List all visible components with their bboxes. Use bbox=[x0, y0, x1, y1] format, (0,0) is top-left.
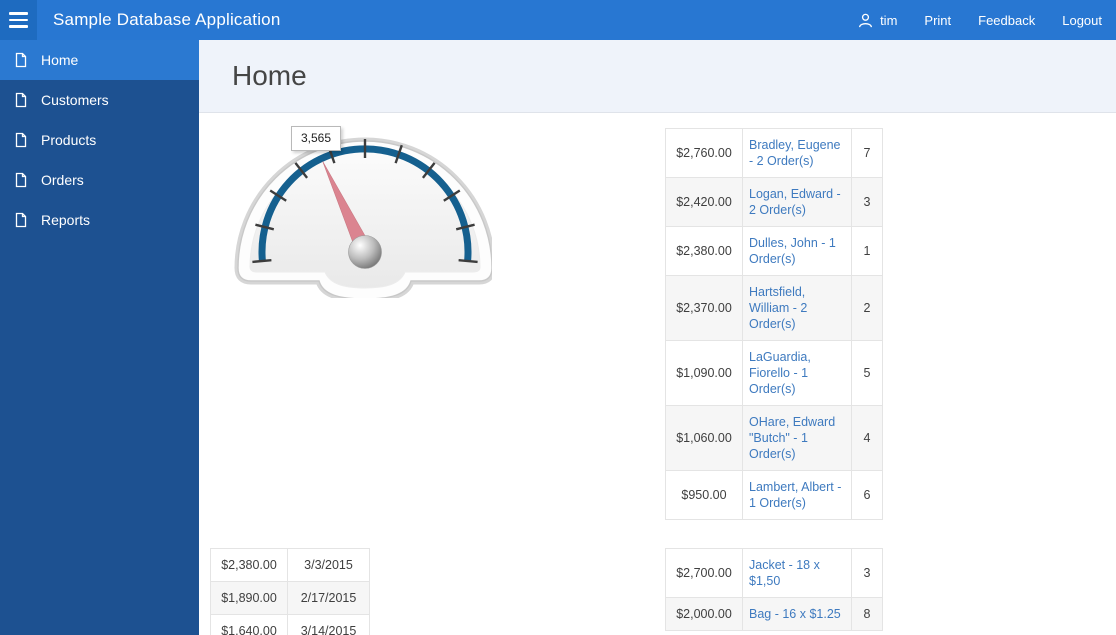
order-amount: $950.00 bbox=[665, 470, 743, 520]
sidebar-item-orders[interactable]: Orders bbox=[0, 160, 199, 200]
hamburger-bar bbox=[9, 18, 28, 22]
app-title: Sample Database Application bbox=[53, 10, 281, 29]
table-row: $2,380.00 Dulles, John - 1 Order(s) 1 bbox=[665, 226, 883, 276]
customer-id: 3 bbox=[851, 177, 883, 227]
top-customers-table: $2,760.00 Bradley, Eugene - 2 Order(s) 7… bbox=[665, 128, 883, 520]
product-id: 3 bbox=[851, 548, 883, 598]
table-row: $2,760.00 Bradley, Eugene - 2 Order(s) 7 bbox=[665, 128, 883, 178]
sidebar: Home Customers Products Orders Reports bbox=[0, 40, 199, 635]
customer-id: 7 bbox=[851, 128, 883, 178]
app-header: Sample Database Application tim Print Fe… bbox=[0, 0, 1116, 40]
gauge-center-knob bbox=[348, 235, 382, 269]
customer-link[interactable]: LaGuardia, Fiorello - 1 Order(s) bbox=[749, 350, 811, 396]
table-row: $950.00 Lambert, Albert - 1 Order(s) 6 bbox=[665, 470, 883, 520]
document-icon bbox=[15, 132, 27, 148]
sidebar-item-label: Reports bbox=[41, 212, 91, 228]
customer-link[interactable]: Dulles, John - 1 Order(s) bbox=[749, 236, 836, 266]
customer-link[interactable]: Logan, Edward - 2 Order(s) bbox=[749, 187, 841, 217]
order-amount: $1,090.00 bbox=[665, 340, 743, 406]
document-icon bbox=[15, 92, 27, 108]
table-row: $1,640.00 3/14/2015 bbox=[210, 614, 370, 635]
print-link[interactable]: Print bbox=[924, 13, 951, 28]
table-row: $2,380.00 3/3/2015 bbox=[210, 548, 370, 582]
sidebar-item-label: Customers bbox=[41, 92, 109, 108]
order-amount: $1,060.00 bbox=[665, 405, 743, 471]
order-date: 3/14/2015 bbox=[287, 614, 370, 635]
page-title: Home bbox=[232, 60, 307, 91]
document-icon bbox=[15, 212, 27, 228]
gauge-chart bbox=[234, 137, 496, 303]
dashboard: 3,565 $2,760.00 Bradley, Eugene - 2 Orde… bbox=[199, 113, 1116, 635]
customer-link[interactable]: OHare, Edward "Butch" - 1 Order(s) bbox=[749, 415, 835, 461]
customer-link[interactable]: Hartsfield, William - 2 Order(s) bbox=[749, 285, 807, 331]
user-icon bbox=[859, 13, 873, 27]
hamburger-bar bbox=[9, 25, 28, 28]
customer-id: 4 bbox=[851, 405, 883, 471]
order-amount: $2,760.00 bbox=[665, 128, 743, 178]
order-amount: $2,380.00 bbox=[210, 548, 288, 582]
table-row: $2,700.00 Jacket - 18 x $1,50 3 bbox=[665, 548, 883, 598]
product-link[interactable]: Bag - 16 x $1.25 bbox=[749, 607, 841, 621]
user-menu[interactable]: tim bbox=[857, 12, 897, 29]
order-amount: $2,000.00 bbox=[665, 597, 743, 631]
table-row: $1,060.00 OHare, Edward "Butch" - 1 Orde… bbox=[665, 405, 883, 471]
app-root: Sample Database Application tim Print Fe… bbox=[0, 0, 1116, 635]
logout-link[interactable]: Logout bbox=[1062, 13, 1102, 28]
sidebar-item-home[interactable]: Home bbox=[0, 40, 199, 80]
order-amount: $1,890.00 bbox=[210, 581, 288, 615]
user-name-link[interactable]: tim bbox=[880, 13, 897, 28]
customer-link[interactable]: Bradley, Eugene - 2 Order(s) bbox=[749, 138, 841, 168]
customer-id: 2 bbox=[851, 275, 883, 341]
order-amount: $2,700.00 bbox=[665, 548, 743, 598]
top-products-table: $2,700.00 Jacket - 18 x $1,50 3 $2,000.0… bbox=[665, 548, 883, 631]
sidebar-item-label: Home bbox=[41, 52, 79, 68]
table-row: $2,000.00 Bag - 16 x $1.25 8 bbox=[665, 597, 883, 631]
content-area: Home 3,565 $2,760.00 Bradley, Eugene - 2… bbox=[199, 40, 1116, 635]
document-icon bbox=[15, 172, 27, 188]
customer-id: 1 bbox=[851, 226, 883, 276]
order-amount: $2,420.00 bbox=[665, 177, 743, 227]
document-icon bbox=[15, 52, 27, 68]
hamburger-bar bbox=[9, 12, 28, 15]
order-amount: $1,640.00 bbox=[210, 614, 288, 635]
table-row: $2,420.00 Logan, Edward - 2 Order(s) 3 bbox=[665, 177, 883, 227]
order-date: 2/17/2015 bbox=[287, 581, 370, 615]
header-nav: tim Print Feedback Logout bbox=[857, 12, 1116, 29]
customer-link[interactable]: Lambert, Albert - 1 Order(s) bbox=[749, 480, 841, 510]
table-row: $1,890.00 2/17/2015 bbox=[210, 581, 370, 615]
sidebar-item-reports[interactable]: Reports bbox=[0, 200, 199, 240]
order-amount: $2,380.00 bbox=[665, 226, 743, 276]
order-amount: $2,370.00 bbox=[665, 275, 743, 341]
product-link[interactable]: Jacket - 18 x $1,50 bbox=[749, 558, 820, 588]
gauge-value-label: 3,565 bbox=[291, 126, 341, 151]
product-id: 8 bbox=[851, 597, 883, 631]
recent-orders-table: $2,380.00 3/3/2015 $1,890.00 2/17/2015 $… bbox=[210, 548, 370, 635]
customer-id: 5 bbox=[851, 340, 883, 406]
sales-gauge: 3,565 bbox=[228, 118, 496, 303]
order-date: 3/3/2015 bbox=[287, 548, 370, 582]
sidebar-item-label: Products bbox=[41, 132, 97, 148]
sidebar-item-products[interactable]: Products bbox=[0, 120, 199, 160]
sidebar-item-label: Orders bbox=[41, 172, 84, 188]
sidebar-item-customers[interactable]: Customers bbox=[0, 80, 199, 120]
page-title-band: Home bbox=[199, 40, 1116, 113]
table-row: $1,090.00 LaGuardia, Fiorello - 1 Order(… bbox=[665, 340, 883, 406]
hamburger-menu-button[interactable] bbox=[0, 0, 37, 40]
table-row: $2,370.00 Hartsfield, William - 2 Order(… bbox=[665, 275, 883, 341]
customer-id: 6 bbox=[851, 470, 883, 520]
feedback-link[interactable]: Feedback bbox=[978, 13, 1035, 28]
